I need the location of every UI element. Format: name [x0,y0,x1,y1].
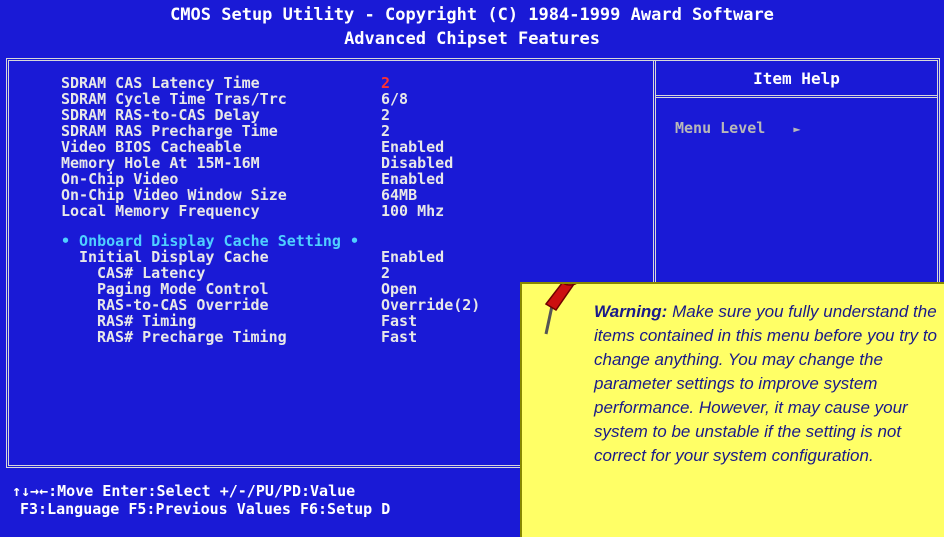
help-divider [656,95,937,98]
setting-label: CAS# Latency [97,264,206,282]
setting-value[interactable]: Enabled [381,249,444,265]
item-help-title: Item Help [753,69,840,88]
warning-text: Warning: Make sure you fully understand … [594,300,944,468]
setting-value[interactable]: 2 [381,265,390,281]
setting-row[interactable]: On-Chip Video Window Size 64MB [61,187,621,203]
setting-label: Video BIOS Cacheable [61,138,242,156]
setting-value[interactable]: Fast [381,329,417,345]
setting-label: SDRAM CAS Latency Time [61,74,260,92]
setting-label: Local Memory Frequency [61,202,260,220]
setting-label: On-Chip Video [61,170,179,188]
title-bar: CMOS Setup Utility - Copyright (C) 1984-… [0,0,944,58]
key-help-line-1: ↑↓→←:Move Enter:Select +/-/PU/PD:Value [12,482,356,500]
setting-row[interactable]: Local Memory Frequency 100 Mhz [61,203,621,219]
setting-label: RAS# Timing [97,312,197,330]
setting-label: SDRAM RAS Precharge Time [61,122,278,140]
setting-label: SDRAM Cycle Time Tras/Trc [61,90,287,108]
setting-row[interactable]: SDRAM RAS-to-CAS Delay 2 [61,107,621,123]
setting-label: SDRAM RAS-to-CAS Delay [61,106,260,124]
setting-label: Memory Hole At 15M-16M [61,154,260,172]
setting-value[interactable]: Disabled [381,155,453,171]
setting-row[interactable]: SDRAM CAS Latency Time 2 [61,75,621,91]
setting-row[interactable]: CAS# Latency 2 [61,265,621,281]
setting-value[interactable]: 2 [381,107,390,123]
section-header[interactable]: • Onboard Display Cache Setting • [61,233,621,249]
setting-label: RAS-to-CAS Override [97,296,269,314]
warning-note: Warning: Make sure you fully understand … [520,282,944,537]
setting-value[interactable]: 2 [381,123,390,139]
setting-row[interactable]: On-Chip Video Enabled [61,171,621,187]
setting-value[interactable]: Enabled [381,171,444,187]
menu-level-label: Menu Level [675,119,766,137]
page-title: Advanced Chipset Features [344,29,600,49]
setting-label: RAS# Precharge Timing [97,328,287,346]
setting-row[interactable]: Memory Hole At 15M-16M Disabled [61,155,621,171]
warning-body: Make sure you fully understand the items… [594,302,938,465]
setting-label: Paging Mode Control [97,280,269,298]
setting-value[interactable]: 64MB [381,187,417,203]
pushpin-icon [544,284,577,335]
setting-value[interactable]: Fast [381,313,417,329]
setting-label: On-Chip Video Window Size [61,186,287,204]
menu-level-arrow-icon: ► [793,122,801,136]
setting-value[interactable]: 6/8 [381,91,408,107]
setting-value[interactable]: 100 Mhz [381,203,444,219]
setting-label: Initial Display Cache [79,248,269,266]
setting-row[interactable]: Video BIOS Cacheable Enabled [61,139,621,155]
section-title: • Onboard Display Cache Setting • [61,232,360,250]
setting-row[interactable]: SDRAM Cycle Time Tras/Trc 6/8 [61,91,621,107]
setting-value[interactable]: 2 [381,75,390,91]
setting-value[interactable]: Enabled [381,139,444,155]
key-help-line-2: F3:Language F5:Previous Values F6:Setup … [20,500,391,518]
setting-row[interactable]: SDRAM RAS Precharge Time 2 [61,123,621,139]
setting-value[interactable]: Open [381,281,417,297]
warning-label: Warning: [594,302,668,321]
setting-row[interactable]: Initial Display Cache Enabled [61,249,621,265]
app-title: CMOS Setup Utility - Copyright (C) 1984-… [170,5,774,25]
setting-value[interactable]: Override(2) [381,297,480,313]
menu-level: Menu Level ► [675,119,801,137]
